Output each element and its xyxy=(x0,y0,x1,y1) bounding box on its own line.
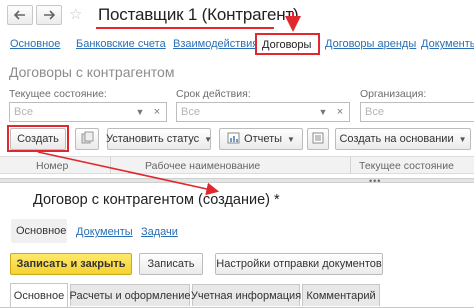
filter-term-placeholder: Все xyxy=(181,106,200,118)
nav-link-interactions[interactable]: Взаимодействия xyxy=(173,38,258,50)
set-status-button[interactable]: Установить статус ▼ xyxy=(105,128,213,150)
nav-link-bank-accounts[interactable]: Банковские счета xyxy=(76,38,166,50)
column-divider xyxy=(350,157,351,174)
column-work-name[interactable]: Рабочее наименование xyxy=(145,160,260,172)
reports-button[interactable]: Отчеты ▼ xyxy=(219,128,303,150)
star-icon[interactable]: ☆ xyxy=(69,7,82,23)
page-tab-payments[interactable]: Расчеты и оформление xyxy=(70,284,191,306)
form-nav-main-label: Основное xyxy=(16,225,67,237)
chevron-down-icon: ▼ xyxy=(204,134,213,144)
filter-state-placeholder: Все xyxy=(14,106,33,118)
window-splitter[interactable] xyxy=(0,178,474,183)
create-based-on-label: Создать на основании xyxy=(339,133,454,145)
form-nav-tasks[interactable]: Задачи xyxy=(141,226,178,238)
create-highlight xyxy=(7,125,69,152)
page-tab-main[interactable]: Основное xyxy=(10,283,68,307)
form-nav-documents[interactable]: Документы xyxy=(76,226,133,238)
splitter-grip-icon[interactable]: ••• xyxy=(369,176,381,186)
reports-label: Отчеты xyxy=(244,133,283,145)
forward-button[interactable] xyxy=(36,5,62,25)
nav-link-contracts-label: Договоры xyxy=(262,39,312,51)
column-number[interactable]: Номер xyxy=(36,160,68,172)
form-nav-main[interactable]: Основное xyxy=(11,219,67,243)
column-divider xyxy=(110,157,111,174)
filter-label-state: Текущее состояние: xyxy=(9,88,107,100)
filter-term-field[interactable]: Все ▼ × xyxy=(176,102,350,122)
list-settings-button[interactable] xyxy=(307,128,329,150)
arrow-left-icon xyxy=(14,10,26,20)
nav-link-lease-contracts[interactable]: Договоры аренды xyxy=(325,38,416,50)
window-title: Поставщик 1 (Контрагент) xyxy=(98,5,299,24)
form-title: Договор с контрагентом (создание) * xyxy=(33,192,280,208)
arrow-right-icon xyxy=(43,10,55,20)
page-tab-comment[interactable]: Комментарий xyxy=(302,284,380,306)
grid-header: Номер Рабочее наименование Текущее состо… xyxy=(0,156,474,174)
filter-state-field[interactable]: Все ▼ × xyxy=(9,102,167,122)
set-status-label: Установить статус xyxy=(105,133,200,145)
filter-label-organization: Организация: xyxy=(360,88,427,100)
report-icon xyxy=(227,132,240,147)
create-based-on-button[interactable]: Создать на основании ▼ xyxy=(335,128,471,150)
filter-organization-placeholder: Все xyxy=(365,106,384,118)
nav-link-contracts[interactable]: Договоры xyxy=(255,33,320,55)
document-send-settings-button[interactable]: Настройки отправки документов xyxy=(215,253,383,275)
chevron-down-icon: ▼ xyxy=(458,134,467,144)
back-button[interactable] xyxy=(7,5,33,25)
nav-link-main[interactable]: Основное xyxy=(10,38,60,50)
filter-label-term: Срок действия: xyxy=(176,88,251,100)
copy-button[interactable] xyxy=(75,128,99,150)
chevron-down-icon[interactable]: ▼ xyxy=(314,103,332,121)
copy-icon xyxy=(81,131,94,147)
clear-icon[interactable]: × xyxy=(332,104,348,120)
page-tab-accounting[interactable]: Учетная информация xyxy=(191,284,301,306)
list-heading: Договоры с контрагентом xyxy=(9,64,175,80)
filter-organization-field[interactable]: Все xyxy=(360,102,474,122)
title-underline xyxy=(96,27,274,29)
save-button[interactable]: Записать xyxy=(139,253,203,275)
list-icon xyxy=(312,132,324,147)
nav-link-documents[interactable]: Документы xyxy=(421,38,474,50)
column-current-state[interactable]: Текущее состояние xyxy=(359,160,454,172)
chevron-down-icon: ▼ xyxy=(287,134,295,144)
save-and-close-button[interactable]: Записать и закрыть xyxy=(10,253,132,275)
chevron-down-icon[interactable]: ▼ xyxy=(131,103,149,121)
clear-icon[interactable]: × xyxy=(149,104,165,120)
